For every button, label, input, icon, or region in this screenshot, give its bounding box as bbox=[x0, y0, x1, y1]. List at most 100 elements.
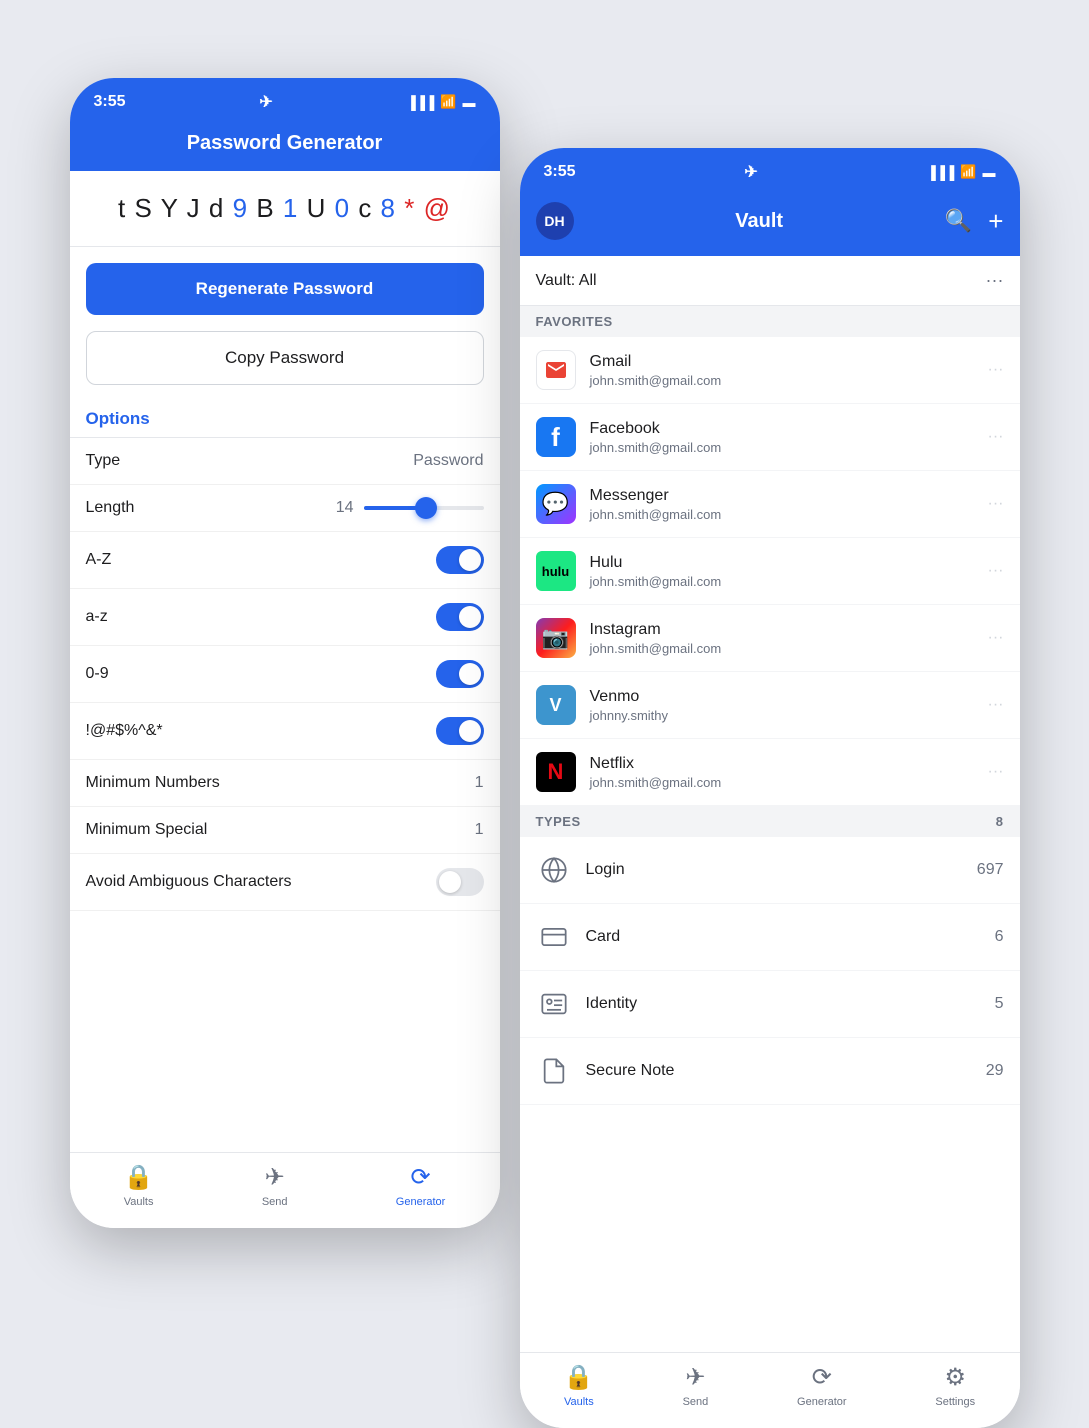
avoid-toggle[interactable] bbox=[436, 868, 484, 896]
identity-type-icon bbox=[536, 986, 572, 1022]
vault-phone: 3:55 ✈ ▐▐▐ 📶 ▬ DH Vault 🔍 + Vault: All ·… bbox=[520, 148, 1020, 1428]
vault-item-instagram[interactable]: 📷 Instagram john.smith@gmail.com ··· bbox=[520, 605, 1020, 672]
length-number: 14 bbox=[336, 499, 354, 517]
min-special-option-row[interactable]: Minimum Special 1 bbox=[70, 807, 500, 854]
az-toggle[interactable] bbox=[436, 546, 484, 574]
min-special-value: 1 bbox=[475, 821, 484, 839]
digits-label: 0-9 bbox=[86, 665, 109, 683]
generator-label-2: Generator bbox=[797, 1396, 847, 1408]
secure-note-type-count: 29 bbox=[986, 1062, 1004, 1080]
special-option-row[interactable]: !@#$%^&* bbox=[70, 703, 500, 760]
type-item-identity[interactable]: Identity 5 bbox=[520, 971, 1020, 1038]
messenger-more-icon[interactable]: ··· bbox=[988, 495, 1004, 513]
netflix-icon: N bbox=[536, 752, 576, 792]
copy-password-button[interactable]: Copy Password bbox=[86, 331, 484, 385]
gmail-info: Gmail john.smith@gmail.com bbox=[590, 353, 988, 388]
types-label: TYPES bbox=[536, 814, 581, 829]
messenger-info: Messenger john.smith@gmail.com bbox=[590, 487, 988, 522]
user-avatar[interactable]: DH bbox=[536, 202, 574, 240]
types-section-header: TYPES 8 bbox=[520, 806, 1020, 837]
vaults-label-1: Vaults bbox=[124, 1196, 154, 1208]
gmail-more-icon[interactable]: ··· bbox=[988, 361, 1004, 379]
vault-selector[interactable]: Vault: All ··· bbox=[520, 256, 1020, 306]
vault-more-icon[interactable]: ··· bbox=[986, 270, 1004, 291]
slider-fill bbox=[364, 506, 418, 510]
nav-vaults-1[interactable]: 🔒 Vaults bbox=[124, 1163, 154, 1208]
send-label-1: Send bbox=[262, 1196, 288, 1208]
vaults-icon-2: 🔒 bbox=[564, 1363, 594, 1392]
pw-1: 1 bbox=[283, 193, 298, 223]
add-icon[interactable]: + bbox=[988, 206, 1003, 237]
gmail-icon bbox=[536, 350, 576, 390]
signal-icon: ▐▐▐ bbox=[407, 95, 435, 110]
bottom-nav-2: 🔒 Vaults ✈ Send ⟳ Generator ⚙ Settings bbox=[520, 1352, 1020, 1428]
instagram-icon: 📷 bbox=[536, 618, 576, 658]
venmo-more-icon[interactable]: ··· bbox=[988, 696, 1004, 714]
favorites-label: FAVORITES bbox=[536, 314, 613, 329]
regenerate-button[interactable]: Regenerate Password bbox=[86, 263, 484, 315]
nav-generator-1[interactable]: ⟳ Generator bbox=[396, 1163, 446, 1208]
type-item-secure-note[interactable]: Secure Note 29 bbox=[520, 1038, 1020, 1105]
login-type-count: 697 bbox=[977, 861, 1004, 879]
pw-b: B bbox=[256, 193, 274, 223]
digits-toggle[interactable] bbox=[436, 660, 484, 688]
nav-send-2[interactable]: ✈ Send bbox=[683, 1363, 709, 1408]
battery-icon: ▬ bbox=[462, 95, 475, 110]
type-item-login[interactable]: Login 697 bbox=[520, 837, 1020, 904]
type-label: Type bbox=[86, 452, 121, 470]
netflix-more-icon[interactable]: ··· bbox=[988, 763, 1004, 781]
length-option-row[interactable]: Length 14 bbox=[70, 485, 500, 532]
hulu-more-icon[interactable]: ··· bbox=[988, 562, 1004, 580]
type-option-row[interactable]: Type Password bbox=[70, 438, 500, 485]
vault-item-facebook[interactable]: f Facebook john.smith@gmail.com ··· bbox=[520, 404, 1020, 471]
nav-settings-2[interactable]: ⚙ Settings bbox=[935, 1363, 975, 1408]
slider-thumb[interactable] bbox=[415, 497, 437, 519]
vault-title: Vault bbox=[735, 210, 783, 233]
pw-t: t bbox=[118, 193, 126, 223]
status-bar-2: 3:55 ✈ ▐▐▐ 📶 ▬ bbox=[520, 148, 1020, 192]
pw-u: U bbox=[307, 193, 327, 223]
app-header-1: Password Generator bbox=[70, 122, 500, 171]
vault-item-messenger[interactable]: 💬 Messenger john.smith@gmail.com ··· bbox=[520, 471, 1020, 538]
venmo-sub: johnny.smithy bbox=[590, 708, 988, 723]
nav-generator-2[interactable]: ⟳ Generator bbox=[797, 1363, 847, 1408]
az-option-row[interactable]: A-Z bbox=[70, 532, 500, 589]
messenger-sub: john.smith@gmail.com bbox=[590, 507, 988, 522]
digits-option-row[interactable]: 0-9 bbox=[70, 646, 500, 703]
facebook-info: Facebook john.smith@gmail.com bbox=[590, 420, 988, 455]
netflix-sub: john.smith@gmail.com bbox=[590, 775, 988, 790]
length-label: Length bbox=[86, 499, 135, 517]
vault-item-hulu[interactable]: hulu Hulu john.smith@gmail.com ··· bbox=[520, 538, 1020, 605]
type-item-card[interactable]: Card 6 bbox=[520, 904, 1020, 971]
special-toggle[interactable] bbox=[436, 717, 484, 745]
az-label: A-Z bbox=[86, 551, 112, 569]
app-title-1: Password Generator bbox=[187, 132, 383, 154]
vault-item-gmail[interactable]: Gmail john.smith@gmail.com ··· bbox=[520, 337, 1020, 404]
card-type-count: 6 bbox=[995, 928, 1004, 946]
instagram-name: Instagram bbox=[590, 621, 988, 639]
instagram-info: Instagram john.smith@gmail.com bbox=[590, 621, 988, 656]
search-icon[interactable]: 🔍 bbox=[945, 208, 972, 234]
vaults-icon: 🔒 bbox=[124, 1163, 154, 1192]
nav-send-1[interactable]: ✈ Send bbox=[262, 1163, 288, 1208]
az-lower-option-row[interactable]: a-z bbox=[70, 589, 500, 646]
instagram-more-icon[interactable]: ··· bbox=[988, 629, 1004, 647]
nav-vaults-2[interactable]: 🔒 Vaults bbox=[564, 1363, 594, 1408]
vault-item-venmo[interactable]: V Venmo johnny.smithy ··· bbox=[520, 672, 1020, 739]
avoid-option-row[interactable]: Avoid Ambiguous Characters bbox=[70, 854, 500, 911]
send-icon-2: ✈ bbox=[685, 1363, 705, 1392]
avoid-label: Avoid Ambiguous Characters bbox=[86, 873, 292, 891]
pw-0: 0 bbox=[335, 193, 350, 223]
facebook-sub: john.smith@gmail.com bbox=[590, 440, 988, 455]
vault-item-netflix[interactable]: N Netflix john.smith@gmail.com ··· bbox=[520, 739, 1020, 806]
vault-selector-label: Vault: All bbox=[536, 272, 597, 290]
az-lower-toggle[interactable] bbox=[436, 603, 484, 631]
hulu-info: Hulu john.smith@gmail.com bbox=[590, 554, 988, 589]
length-slider-track[interactable] bbox=[364, 506, 484, 510]
secure-note-type-name: Secure Note bbox=[586, 1062, 986, 1080]
facebook-more-icon[interactable]: ··· bbox=[988, 428, 1004, 446]
pw-9: 9 bbox=[233, 193, 248, 223]
min-numbers-option-row[interactable]: Minimum Numbers 1 bbox=[70, 760, 500, 807]
options-label[interactable]: Options bbox=[70, 401, 500, 437]
netflix-name: Netflix bbox=[590, 755, 988, 773]
